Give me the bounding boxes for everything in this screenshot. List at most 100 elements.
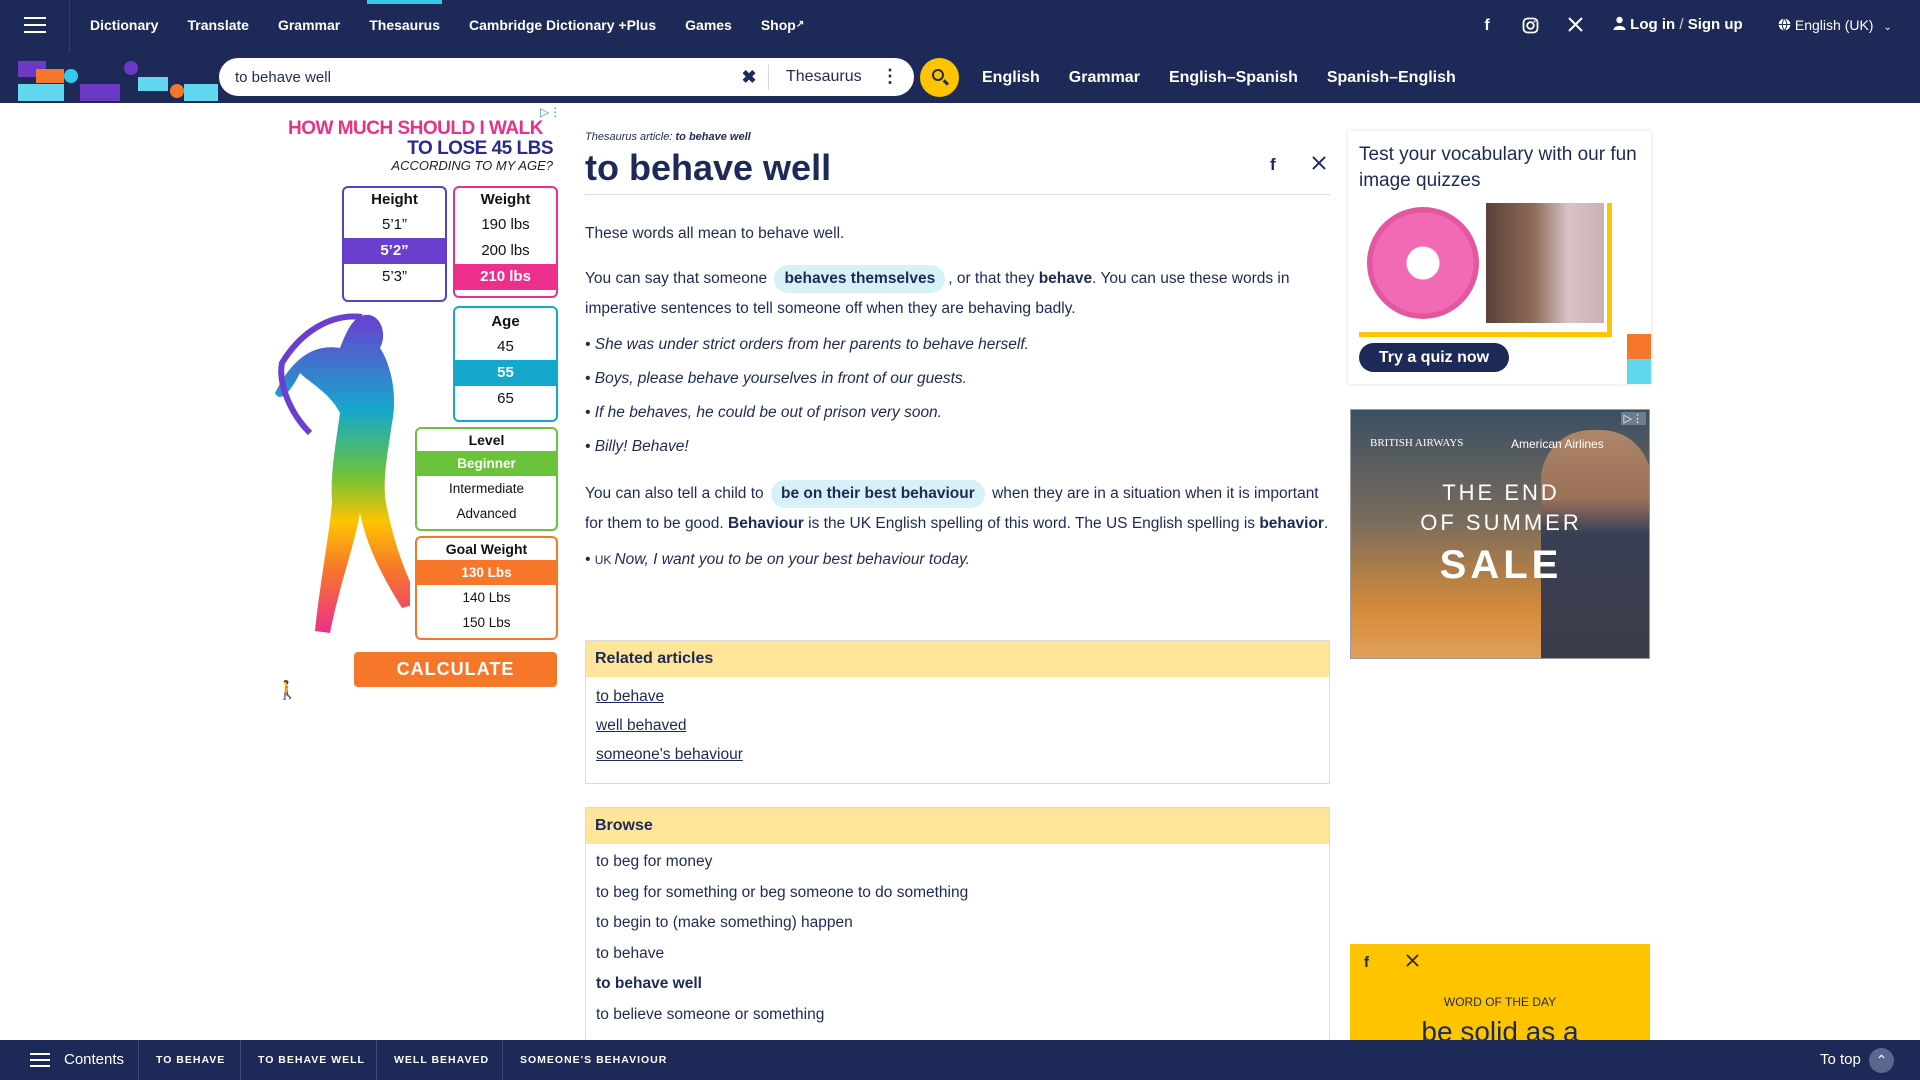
cambridge-logo[interactable] (18, 57, 218, 103)
dictionary-select[interactable]: Thesaurus (786, 58, 862, 96)
dict-english[interactable]: English (982, 52, 1040, 103)
chevron-down-icon: ⌄ (1883, 22, 1892, 33)
contents-link[interactable]: SOMEONE'S BEHAVIOUR (502, 1040, 684, 1080)
facebook-share-icon[interactable]: f (1364, 954, 1369, 971)
ad-age-option: 65 (497, 390, 514, 407)
ad-goal-option: 140 Lbs (462, 590, 511, 605)
facebook-share-icon[interactable]: f (1270, 155, 1276, 175)
related-article-item: someone's behaviour (586, 740, 1329, 769)
more-options-icon[interactable]: ⋮ (881, 58, 899, 96)
x-twitter-icon[interactable] (1565, 17, 1585, 35)
x-share-icon[interactable] (1406, 954, 1419, 971)
nav-dictionary-plus[interactable]: Cambridge Dictionary +Plus (469, 0, 656, 52)
paragraph-text: You can say that someone (585, 270, 768, 287)
browse-item[interactable]: to beg for something or beg someone to d… (586, 878, 1329, 909)
browse-item[interactable]: to behave (586, 939, 1329, 970)
browse-item[interactable]: to beg for money (586, 847, 1329, 878)
language-selector[interactable]: English (UK) ⌄ (1778, 0, 1892, 52)
login-link[interactable]: Log in (1630, 16, 1675, 33)
adchoices-icon[interactable]: ▷⋮ (540, 105, 561, 119)
search-input[interactable] (235, 58, 735, 96)
related-article-link[interactable]: well behaved (596, 717, 686, 734)
decoration-block (1627, 359, 1651, 384)
quiz-images[interactable] (1359, 203, 1612, 337)
bottom-contents-bar: Contents TO BEHAVE TO BEHAVE WELL WELL B… (0, 1040, 1920, 1080)
contents-link[interactable]: TO BEHAVE WELL (240, 1040, 382, 1080)
ad-level-option: Beginner (417, 451, 556, 476)
donut-image (1359, 203, 1481, 323)
adchoices-icon[interactable]: ▷⋮ (1620, 412, 1646, 425)
ad-age-option: 55 (455, 360, 556, 386)
advertisement-right[interactable]: ▷⋮ BRITISH AIRWAYS American Airlines THE… (1350, 409, 1650, 659)
login-separator: / (1679, 16, 1684, 33)
paragraph-text: is the UK English spelling of this word.… (808, 515, 1256, 532)
clear-icon[interactable]: ✖ (739, 67, 759, 87)
related-article-item: to behave (586, 682, 1329, 711)
nav-translate[interactable]: Translate (187, 0, 248, 52)
related-article-link[interactable]: to behave (596, 688, 664, 705)
search-divider (768, 64, 769, 90)
title-divider (585, 194, 1330, 195)
chevron-up-icon[interactable]: ⌃ (1869, 1048, 1894, 1073)
paragraph-text: . (1323, 515, 1329, 532)
ad-brand-american-airlines: American Airlines (1511, 437, 1604, 451)
walker-icon: 🚶 (276, 680, 299, 700)
dict-spanish-english[interactable]: Spanish–English (1327, 52, 1456, 103)
try-quiz-button[interactable]: Try a quiz now (1359, 343, 1509, 372)
nav-shop[interactable]: Shop↗ (761, 0, 804, 52)
contents-label[interactable]: Contents (64, 1040, 124, 1080)
paragraph-2: You can also tell a child to be on their… (585, 479, 1330, 539)
word-of-the-day-word[interactable]: be solid as a (1350, 1016, 1650, 1040)
word-of-the-day: f WORD OF THE DAY be solid as a (1350, 944, 1650, 1040)
ad-height-option: 5’3” (381, 268, 407, 285)
x-share-icon[interactable] (1312, 155, 1326, 175)
ad-headline-sale: SALE (1439, 543, 1563, 587)
ad-weight-option: 190 lbs (481, 216, 530, 233)
menu-icon[interactable] (0, 0, 70, 52)
ad-height-box: Height 5’1” 5’2” 5’3” (342, 186, 447, 302)
ad-goal-label: Goal Weight (445, 541, 528, 557)
intro-paragraph: These words all mean to behave well. (585, 225, 845, 242)
contents-menu-icon[interactable] (30, 1053, 50, 1067)
ad-headline-2: OF SUMMER (1420, 510, 1582, 535)
paragraph-text: , or that they (948, 270, 1035, 287)
contents-link[interactable]: WELL BEHAVED (376, 1040, 506, 1080)
browse-item[interactable]: to begin to (make something) happen (586, 908, 1329, 939)
example-sentence: • Boys, please behave yourselves in fron… (585, 370, 967, 387)
signup-link[interactable]: Sign up (1688, 16, 1743, 33)
ad-level-label: Level (468, 432, 505, 448)
related-article-link[interactable]: someone's behaviour (596, 746, 743, 763)
ad-weight-label: Weight (480, 191, 531, 208)
related-articles-heading: Related articles (586, 641, 1329, 677)
example-sentence: • If he behaves, he could be out of pris… (585, 404, 942, 421)
dict-english-spanish[interactable]: English–Spanish (1169, 52, 1298, 103)
to-top-label[interactable]: To top (1820, 1040, 1861, 1080)
instagram-icon[interactable] (1520, 17, 1540, 35)
browse-item[interactable]: to believe someone or something (586, 1000, 1329, 1031)
nav-dictionary[interactable]: Dictionary (90, 0, 158, 52)
example-text: Billy! Behave! (594, 438, 689, 455)
facebook-icon[interactable]: f (1477, 17, 1497, 35)
advertisement-left[interactable]: ▷⋮ HOW MUCH SHOULD I WALK TO LOSE 45 LBS… (270, 103, 565, 703)
login-signup[interactable]: Log in / Sign up (1613, 0, 1743, 52)
ad-height-option: 5’1” (381, 216, 407, 233)
nav-games[interactable]: Games (685, 0, 732, 52)
ad-figure-illustration (275, 313, 410, 633)
ad-goal-option: 150 Lbs (462, 615, 511, 630)
ad-goal-box: Goal Weight 130 Lbs 140 Lbs 150 Lbs (415, 536, 558, 640)
nav-thesaurus[interactable]: Thesaurus (367, 0, 442, 52)
browse-item-current[interactable]: to behave well (586, 969, 1329, 1000)
share-buttons: f (1240, 151, 1330, 181)
ad-calculate-button[interactable]: CALCULATE (354, 652, 557, 687)
breadcrumb-term: to behave well (675, 131, 751, 143)
search-button[interactable] (920, 58, 959, 97)
nav-grammar[interactable]: Grammar (278, 0, 340, 52)
nav-shop-label: Shop (760, 17, 796, 33)
dict-grammar[interactable]: Grammar (1069, 52, 1140, 103)
example-text: If he behaves, he could be out of prison… (594, 404, 942, 421)
contents-link[interactable]: TO BEHAVE (138, 1040, 242, 1080)
ad-headline-1: THE END (1442, 480, 1560, 505)
example-text: She was under strict orders from her par… (594, 336, 1029, 353)
keyword-pill: behaves themselves (774, 265, 946, 293)
page-title: to behave well (585, 147, 832, 188)
